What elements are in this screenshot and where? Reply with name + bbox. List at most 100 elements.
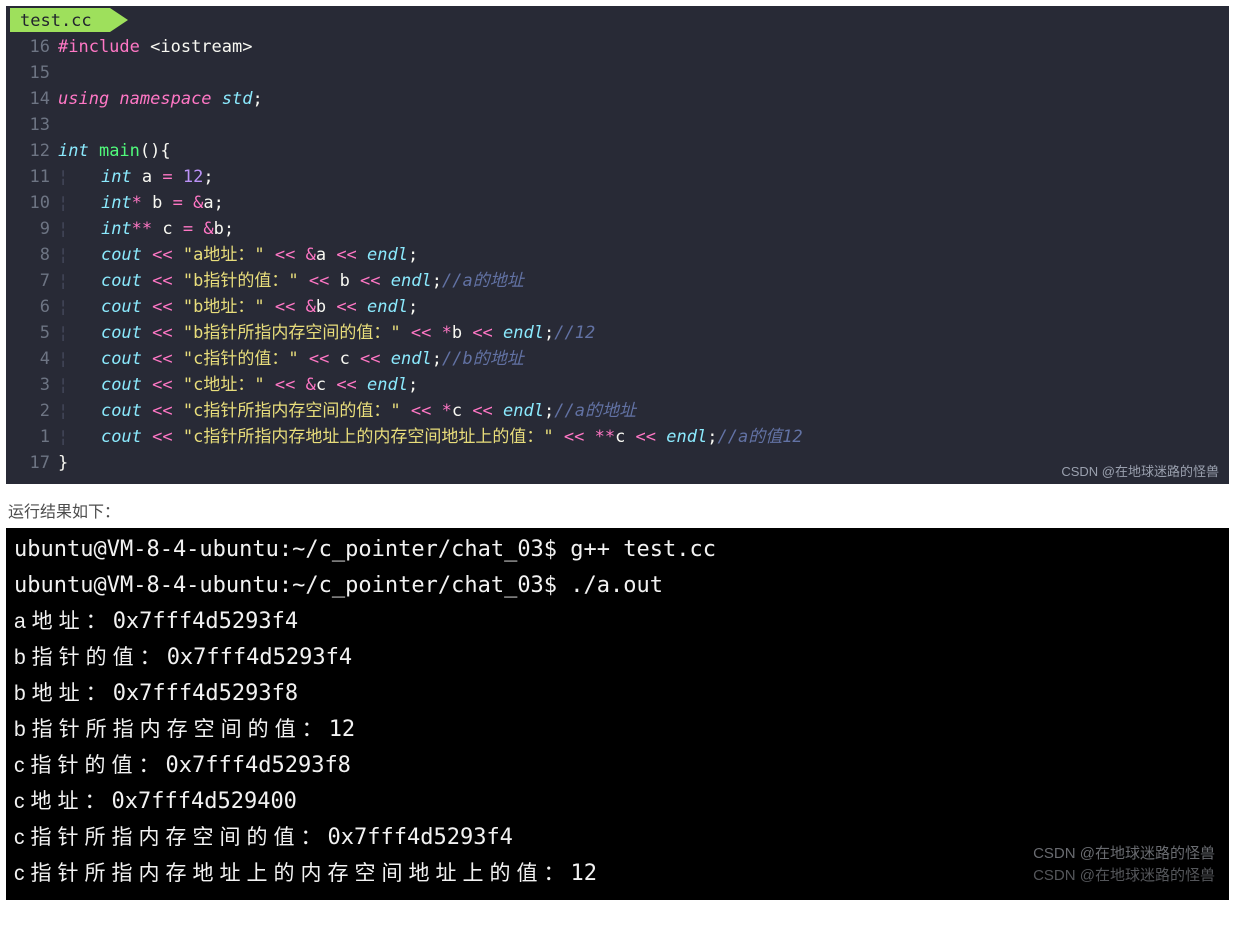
code-token: & — [193, 193, 203, 213]
indent-guide: ¦ — [58, 323, 101, 343]
code-token: b — [452, 323, 472, 343]
code-token — [173, 375, 183, 395]
output-value: 12 — [329, 717, 356, 742]
code-line: 2¦ cout << "c指针所指内存空间的值：" << *c << endl;… — [6, 398, 1229, 424]
indent-guide: ¦ — [58, 245, 101, 265]
output-value: 12 — [571, 861, 598, 886]
line-number: 2 — [6, 398, 58, 424]
code-token — [265, 297, 275, 317]
code-token — [173, 245, 183, 265]
code-token: ; — [432, 271, 442, 291]
code-token — [173, 271, 183, 291]
code-token: b; — [214, 219, 234, 239]
code-token: << — [152, 375, 172, 395]
line-number: 4 — [6, 346, 58, 372]
code-token: * — [442, 323, 452, 343]
code-token: = — [162, 167, 172, 187]
code-area[interactable]: 16#include <iostream>1514using namespace… — [6, 32, 1229, 478]
code-token: << — [152, 401, 172, 421]
code-line: 10¦ int* b = &a; — [6, 190, 1229, 216]
line-number: 9 — [6, 216, 58, 242]
code-line: 15 — [6, 60, 1229, 86]
code-token: ; — [253, 89, 263, 109]
code-token: c — [162, 219, 182, 239]
indent-guide: ¦ — [58, 427, 101, 447]
code-token — [381, 271, 391, 291]
code-token — [431, 323, 441, 343]
code-token — [431, 401, 441, 421]
code-token: "c地址：" — [183, 375, 265, 395]
indent-guide: ¦ — [58, 219, 101, 239]
output-label: c指针所指内存地址上的内存空间地址上的值： — [14, 862, 571, 885]
code-token: << — [336, 245, 356, 265]
code-token: <iostream> — [150, 37, 252, 57]
code-token: //a的地址 — [442, 271, 524, 291]
code-token — [295, 297, 305, 317]
indent-guide: ¦ — [58, 271, 101, 291]
code-token: //b的地址 — [442, 349, 524, 369]
code-token — [173, 297, 183, 317]
code-token: endl — [503, 401, 544, 421]
code-token: << — [360, 349, 380, 369]
code-token — [295, 375, 305, 395]
code-token: #include — [58, 37, 150, 57]
code-token: ; — [408, 297, 418, 317]
code-token: ; — [432, 349, 442, 369]
code-token: * — [442, 401, 452, 421]
output-value: 0x7fff4d5293f8 — [113, 681, 298, 706]
terminal-output-line: b指针所指内存空间的值：12 — [14, 712, 1221, 748]
code-token — [493, 323, 503, 343]
code-token: << — [152, 349, 172, 369]
terminal[interactable]: ubuntu@VM-8-4-ubuntu:~/c_pointer/chat_03… — [6, 528, 1229, 900]
output-value: 0x7fff4d529400 — [112, 789, 297, 814]
indent-guide: ¦ — [58, 167, 101, 187]
file-tab[interactable]: test.cc — [10, 8, 110, 32]
code-token: ; — [408, 245, 418, 265]
indent-guide: ¦ — [58, 375, 101, 395]
code-token: "b指针的值：" — [183, 271, 299, 291]
code-token: << — [275, 297, 295, 317]
line-number: 10 — [6, 190, 58, 216]
code-token: } — [58, 453, 68, 473]
code-token: a; — [203, 193, 223, 213]
code-token: << — [411, 401, 431, 421]
code-token: << — [360, 271, 380, 291]
code-token: << — [472, 323, 492, 343]
code-token: << — [152, 271, 172, 291]
line-number: 5 — [6, 320, 58, 346]
output-label: b指针的值： — [14, 646, 167, 669]
code-token: << — [564, 427, 584, 447]
code-token: << — [152, 427, 172, 447]
indent-guide: ¦ — [58, 349, 101, 369]
code-token: << — [336, 297, 356, 317]
code-token: int — [101, 219, 132, 239]
tab-bar: test.cc — [6, 6, 1229, 32]
code-token: ** — [132, 219, 163, 239]
line-number: 11 — [6, 164, 58, 190]
code-token: * — [132, 193, 152, 213]
code-token: "b指针所指内存空间的值：" — [183, 323, 401, 343]
code-token: cout — [101, 375, 152, 395]
code-line: 7¦ cout << "b指针的值：" << b << endl;//a的地址 — [6, 268, 1229, 294]
code-token: cout — [101, 271, 152, 291]
code-token — [299, 349, 309, 369]
code-token — [173, 427, 183, 447]
code-token: (){ — [140, 141, 171, 161]
code-token: namespace — [119, 89, 221, 109]
code-line: 4¦ cout << "c指针的值：" << c << endl;//b的地址 — [6, 346, 1229, 372]
output-label: c指针所指内存空间的值： — [14, 826, 328, 849]
code-token — [401, 401, 411, 421]
code-token: & — [203, 219, 213, 239]
code-token — [173, 401, 183, 421]
code-token: ; — [203, 167, 213, 187]
code-token: ; — [707, 427, 717, 447]
indent-guide: ¦ — [58, 193, 101, 213]
terminal-output-line: b指针的值：0x7fff4d5293f4 — [14, 640, 1221, 676]
code-token — [183, 193, 193, 213]
code-token: //a的值12 — [717, 427, 802, 447]
code-token — [357, 297, 367, 317]
code-token: << — [309, 349, 329, 369]
code-token: & — [306, 297, 316, 317]
code-token: b — [329, 271, 360, 291]
result-caption: 运行结果如下： — [8, 498, 1229, 522]
